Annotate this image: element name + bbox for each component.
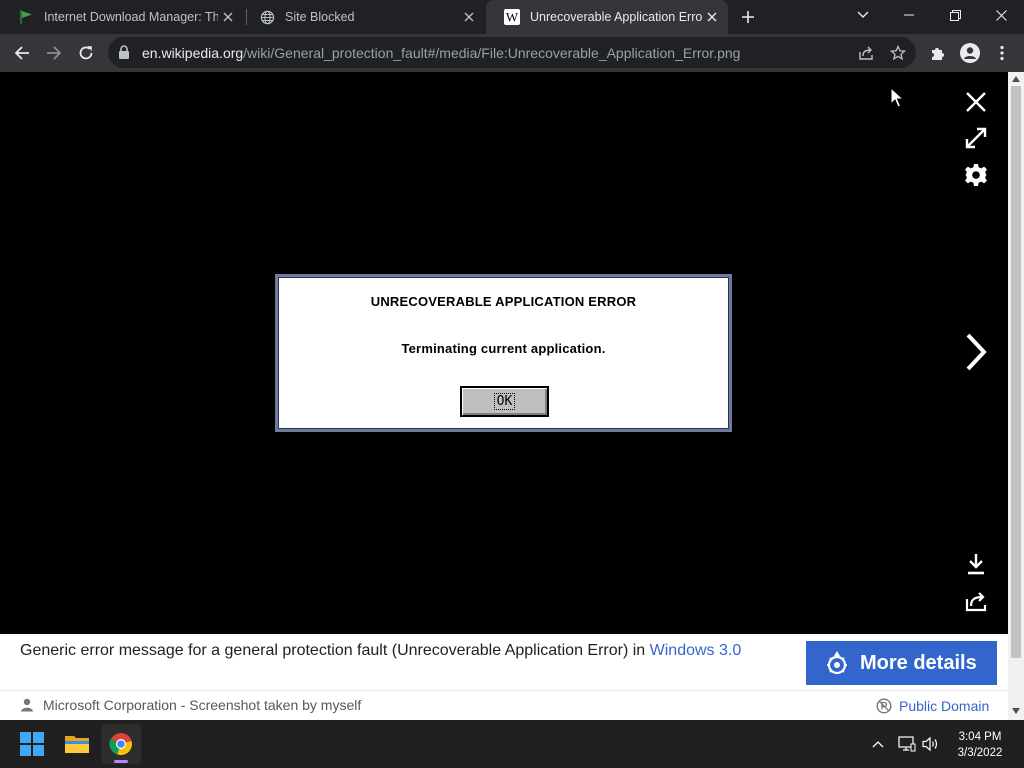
license-link[interactable]: Public Domain bbox=[876, 698, 989, 714]
download-icon[interactable] bbox=[962, 550, 990, 578]
dialog-ok-button: OK bbox=[460, 386, 549, 417]
minimize-button[interactable] bbox=[886, 0, 932, 30]
media-caption: Generic error message for a general prot… bbox=[0, 634, 1008, 690]
more-details-button[interactable]: More details bbox=[806, 641, 997, 685]
close-tab-icon[interactable] bbox=[459, 7, 479, 27]
user-icon bbox=[21, 698, 33, 712]
author-credit: Microsoft Corporation - Screenshot taken… bbox=[20, 697, 361, 713]
back-button[interactable] bbox=[8, 39, 36, 67]
file-explorer-button[interactable] bbox=[57, 724, 97, 764]
screen: Internet Download Manager: The Site Bloc… bbox=[0, 0, 1024, 768]
show-hidden-icons-chevron[interactable] bbox=[870, 734, 886, 754]
close-tab-icon[interactable] bbox=[218, 7, 238, 27]
windows-logo-icon bbox=[20, 732, 44, 756]
error-dialog-body: UNRECOVERABLE APPLICATION ERROR Terminat… bbox=[278, 277, 729, 429]
url-text: en.wikipedia.org/wiki/General_protection… bbox=[142, 45, 740, 61]
close-tab-icon[interactable] bbox=[702, 7, 722, 27]
system-clock[interactable]: 3:04 PM 3/3/2022 bbox=[944, 729, 1016, 761]
idm-flag-icon bbox=[18, 9, 34, 25]
lock-icon[interactable] bbox=[118, 45, 130, 64]
menu-kebab-icon[interactable] bbox=[988, 39, 1016, 67]
tab-search-button[interactable] bbox=[840, 0, 886, 30]
media-credit: Microsoft Corporation - Screenshot taken… bbox=[0, 690, 1008, 720]
chrome-icon bbox=[109, 733, 132, 756]
description-text: Generic error message for a general prot… bbox=[20, 642, 650, 659]
windows-3-link[interactable]: Windows 3.0 bbox=[650, 642, 742, 659]
network-icon[interactable] bbox=[897, 734, 917, 754]
more-details-label: More details bbox=[860, 651, 977, 674]
mouse-cursor-icon bbox=[888, 86, 906, 110]
url-host: en.wikipedia.org bbox=[142, 45, 244, 61]
forward-button[interactable] bbox=[40, 39, 68, 67]
tab-title: Site Blocked bbox=[285, 10, 355, 24]
url-path: /wiki/General_protection_fault#/media/Fi… bbox=[243, 45, 741, 61]
profile-avatar-icon[interactable] bbox=[956, 39, 984, 67]
globe-icon bbox=[259, 9, 275, 25]
public-domain-icon bbox=[876, 698, 892, 714]
browser-toolbar: en.wikipedia.org/wiki/General_protection… bbox=[0, 34, 1024, 72]
commons-logo-icon bbox=[822, 648, 852, 678]
license-text: Public Domain bbox=[899, 698, 990, 714]
scroll-down-arrow-icon[interactable] bbox=[1012, 708, 1020, 714]
clock-date: 3/3/2022 bbox=[957, 747, 1003, 759]
bookmark-star-icon[interactable] bbox=[886, 41, 910, 65]
settings-gear-icon[interactable] bbox=[962, 161, 990, 189]
tab-site-blocked[interactable]: Site Blocked bbox=[241, 0, 485, 34]
windows-taskbar: 3:04 PM 3/3/2022 bbox=[0, 720, 1024, 768]
start-button[interactable] bbox=[12, 724, 52, 764]
new-tab-button[interactable] bbox=[736, 5, 760, 29]
chrome-taskbar-button[interactable] bbox=[101, 724, 141, 764]
error-dialog-image: UNRECOVERABLE APPLICATION ERROR Terminat… bbox=[275, 274, 732, 432]
restore-button[interactable] bbox=[932, 0, 978, 30]
share-icon[interactable] bbox=[854, 41, 878, 65]
tab-strip: Internet Download Manager: The Site Bloc… bbox=[0, 0, 1024, 34]
next-image-chevron-icon[interactable] bbox=[960, 330, 992, 374]
svg-text:W: W bbox=[506, 10, 519, 25]
dialog-title: UNRECOVERABLE APPLICATION ERROR bbox=[370, 294, 637, 309]
tab-title: Internet Download Manager: The bbox=[44, 10, 218, 24]
caption-description: Generic error message for a general prot… bbox=[20, 642, 741, 660]
dialog-message: Terminating current application. bbox=[401, 341, 606, 356]
address-bar[interactable]: en.wikipedia.org/wiki/General_protection… bbox=[108, 37, 916, 68]
ok-label: OK bbox=[493, 393, 516, 410]
clock-time: 3:04 PM bbox=[958, 731, 1002, 743]
wikipedia-w-icon: W bbox=[504, 9, 520, 25]
tab-title: Unrecoverable Application Error bbox=[530, 10, 702, 24]
share-media-icon[interactable] bbox=[962, 588, 990, 616]
volume-icon[interactable] bbox=[921, 734, 941, 754]
close-viewer-icon[interactable] bbox=[962, 88, 990, 116]
folder-icon bbox=[65, 736, 89, 753]
close-window-button[interactable] bbox=[978, 0, 1024, 30]
scroll-up-arrow-icon[interactable] bbox=[1012, 76, 1020, 82]
active-app-indicator bbox=[114, 760, 128, 763]
scrollbar-thumb[interactable] bbox=[1011, 86, 1021, 658]
tab-idm[interactable]: Internet Download Manager: The bbox=[0, 0, 244, 34]
extensions-icon[interactable] bbox=[924, 39, 952, 67]
tab-unrecoverable-error[interactable]: W Unrecoverable Application Error bbox=[486, 0, 728, 34]
fullscreen-icon[interactable] bbox=[962, 124, 990, 152]
reload-button[interactable] bbox=[72, 39, 100, 67]
vertical-scrollbar[interactable] bbox=[1008, 72, 1024, 720]
author-text: Microsoft Corporation - Screenshot taken… bbox=[43, 697, 362, 713]
